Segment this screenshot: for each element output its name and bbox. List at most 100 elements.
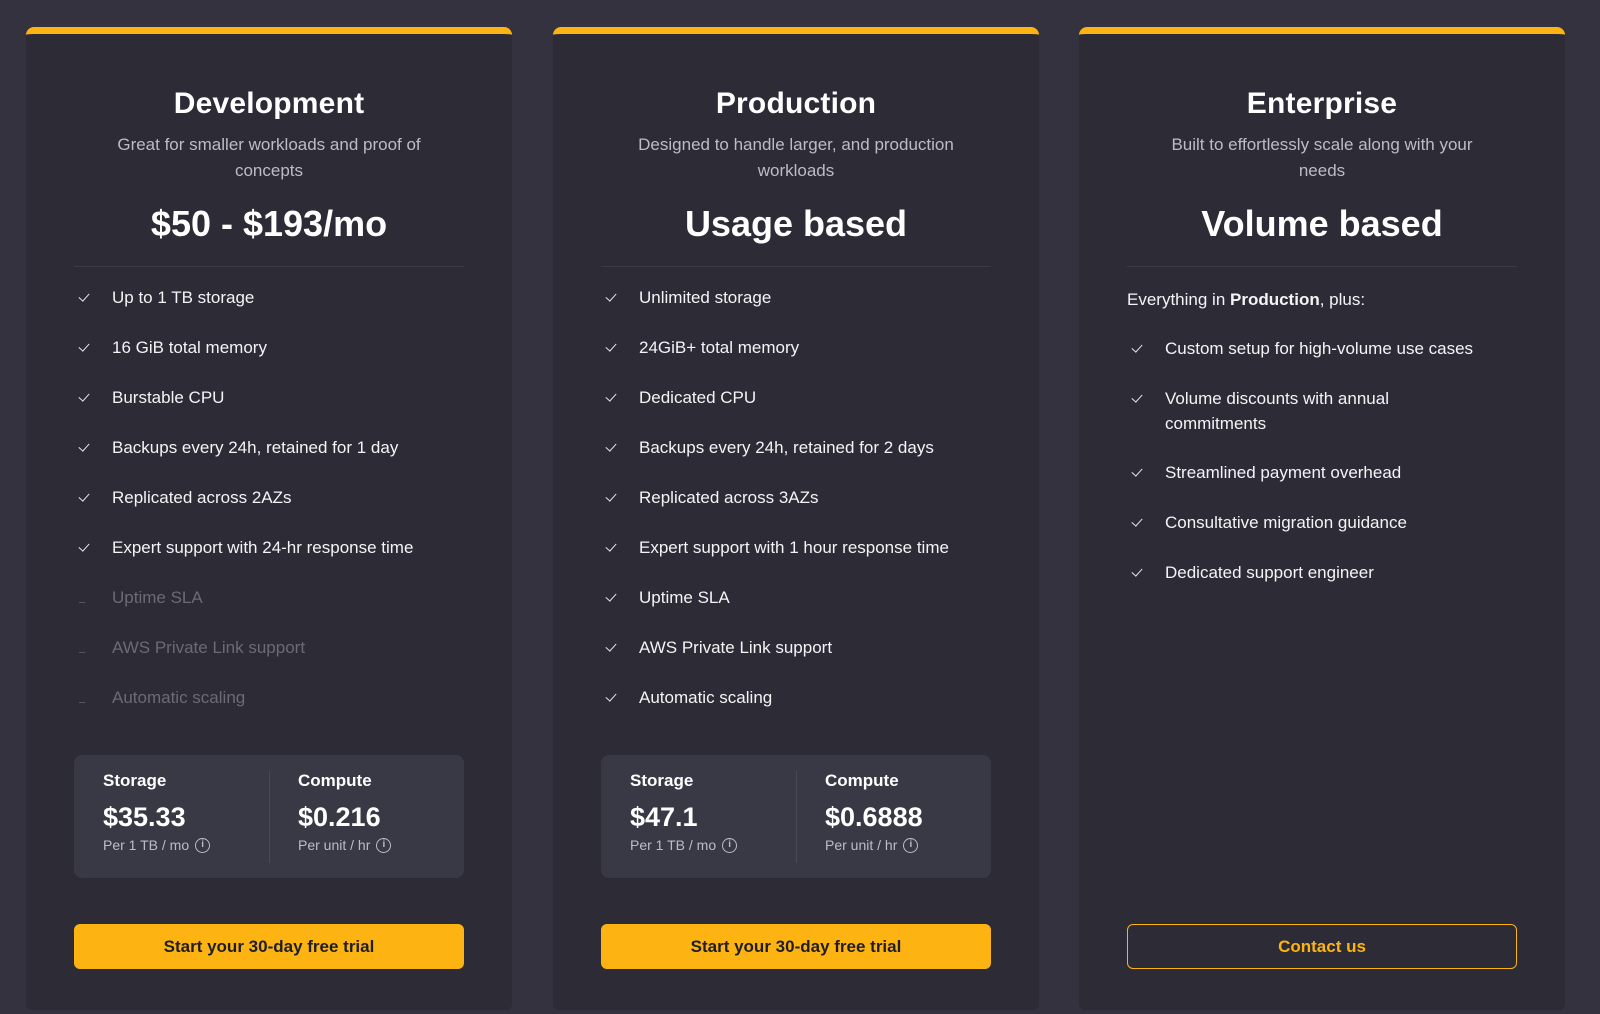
feature-text: AWS Private Link support	[112, 638, 306, 657]
compute-pricing: Compute $0.6888 Per unit / hr i	[796, 769, 991, 878]
feature-text: Up to 1 TB storage	[112, 288, 255, 307]
check-icon	[1127, 510, 1165, 535]
dash-icon	[74, 585, 112, 610]
plan-title: Production	[715, 87, 877, 120]
info-icon[interactable]: i	[376, 837, 392, 853]
feature-list: Unlimited storage 24GiB+ total memory De…	[601, 285, 991, 735]
check-icon	[74, 335, 112, 360]
divider	[601, 266, 991, 267]
storage-price: $47.1	[630, 802, 698, 832]
info-icon[interactable]: i	[903, 837, 919, 853]
storage-unit-text: Per 1 TB / mo	[103, 837, 190, 853]
feature-text: 24GiB+ total memory	[639, 338, 800, 357]
dash-icon	[74, 685, 112, 710]
compute-price: $0.6888	[825, 802, 923, 832]
check-icon	[601, 485, 639, 510]
feature-item: 24GiB+ total memory	[601, 335, 991, 385]
check-icon	[1127, 460, 1165, 485]
check-icon	[74, 285, 112, 310]
feature-item: Replicated across 2AZs	[74, 485, 464, 535]
feature-item-disabled: Uptime SLA	[74, 585, 464, 635]
feature-item: Up to 1 TB storage	[74, 285, 464, 335]
info-icon[interactable]: i	[195, 837, 211, 853]
feature-item: Replicated across 3AZs	[601, 485, 991, 535]
divider	[74, 266, 464, 267]
start-trial-button[interactable]: Start your 30-day free trial	[74, 924, 464, 969]
feature-text: Uptime SLA	[112, 588, 203, 607]
start-trial-button[interactable]: Start your 30-day free trial	[601, 924, 991, 969]
compute-unit: Per unit / hr i	[298, 835, 464, 855]
feature-text: Dedicated CPU	[639, 388, 757, 407]
feature-text: Expert support with 24-hr response time	[112, 538, 414, 557]
compute-price: $0.216	[298, 802, 381, 832]
feature-text: 16 GiB total memory	[112, 338, 267, 357]
feature-item: Automatic scaling	[601, 685, 991, 735]
feature-text: Automatic scaling	[112, 688, 246, 707]
feature-item: Uptime SLA	[601, 585, 991, 635]
feature-item: Streamlined payment overhead	[1127, 460, 1517, 510]
feature-item-disabled: AWS Private Link support	[74, 635, 464, 685]
feature-item: Expert support with 24-hr response time	[74, 535, 464, 585]
feature-text: Backups every 24h, retained for 1 day	[112, 438, 399, 457]
check-icon	[601, 335, 639, 360]
feature-item: Consultative migration guidance	[1127, 510, 1517, 560]
feature-text: Burstable CPU	[112, 388, 225, 407]
check-icon	[1127, 560, 1165, 585]
check-icon	[1127, 336, 1165, 361]
plan-header: Development Great for smaller workloads …	[26, 34, 512, 246]
feature-item: AWS Private Link support	[601, 635, 991, 685]
feature-text: Automatic scaling	[639, 688, 773, 707]
plan-card-production: Production Designed to handle larger, an…	[553, 27, 1039, 1010]
feature-text: Dedicated support engineer	[1165, 563, 1374, 582]
lead-suffix: , plus:	[1319, 290, 1366, 309]
feature-item: 16 GiB total memory	[74, 335, 464, 385]
feature-text: Uptime SLA	[639, 588, 730, 607]
check-icon	[74, 435, 112, 460]
feature-text: Backups every 24h, retained for 2 days	[639, 438, 934, 457]
plan-header: Enterprise Built to effortlessly scale a…	[1079, 34, 1565, 246]
storage-price: $35.33	[103, 802, 186, 832]
check-icon	[74, 485, 112, 510]
plan-includes-line: Everything in Production, plus:	[1127, 287, 1517, 336]
storage-unit: Per 1 TB / mo i	[103, 835, 269, 855]
feature-text: Expert support with 1 hour response time	[639, 538, 949, 557]
check-icon	[601, 385, 639, 410]
lead-plan-name: Production	[1230, 290, 1320, 309]
plan-price: $50 - $193/mo	[150, 203, 388, 244]
feature-text: Streamlined payment overhead	[1165, 463, 1402, 482]
feature-item: Backups every 24h, retained for 2 days	[601, 435, 991, 485]
check-icon	[74, 535, 112, 560]
lead-prefix: Everything in	[1127, 290, 1230, 309]
feature-text: AWS Private Link support	[639, 638, 833, 657]
plan-price: Volume based	[1201, 203, 1443, 244]
feature-item: Volume discounts with annual commitments	[1127, 386, 1517, 460]
dash-icon	[74, 635, 112, 660]
info-icon[interactable]: i	[722, 837, 738, 853]
divider	[1127, 266, 1517, 267]
storage-pricing: Storage $47.1 Per 1 TB / mo i	[601, 769, 796, 878]
plan-subtitle: Designed to handle larger, and productio…	[638, 135, 954, 180]
plan-header: Production Designed to handle larger, an…	[553, 34, 1039, 246]
usage-pricing-box: Storage $47.1 Per 1 TB / mo i Compute $0.…	[601, 755, 991, 878]
contact-us-button[interactable]: Contact us	[1127, 924, 1517, 969]
compute-pricing: Compute $0.216 Per unit / hr i	[269, 769, 464, 878]
feature-item: Burstable CPU	[74, 385, 464, 435]
feature-item: Dedicated CPU	[601, 385, 991, 435]
feature-text: Replicated across 2AZs	[112, 488, 292, 507]
compute-unit: Per unit / hr i	[825, 835, 991, 855]
plan-subtitle: Great for smaller workloads and proof of…	[117, 135, 421, 180]
feature-text: Custom setup for high-volume use cases	[1165, 339, 1474, 358]
compute-label: Compute	[298, 771, 372, 790]
feature-text: Unlimited storage	[639, 288, 772, 307]
storage-label: Storage	[630, 771, 694, 790]
check-icon	[601, 685, 639, 710]
check-icon	[601, 585, 639, 610]
feature-text: Consultative migration guidance	[1165, 513, 1407, 532]
check-icon	[1127, 386, 1165, 411]
storage-unit-text: Per 1 TB / mo	[630, 837, 717, 853]
feature-item-disabled: Automatic scaling	[74, 685, 464, 735]
feature-item: Dedicated support engineer	[1127, 560, 1517, 610]
check-icon	[601, 635, 639, 660]
feature-list: Custom setup for high-volume use cases V…	[1127, 336, 1517, 610]
check-icon	[601, 535, 639, 560]
